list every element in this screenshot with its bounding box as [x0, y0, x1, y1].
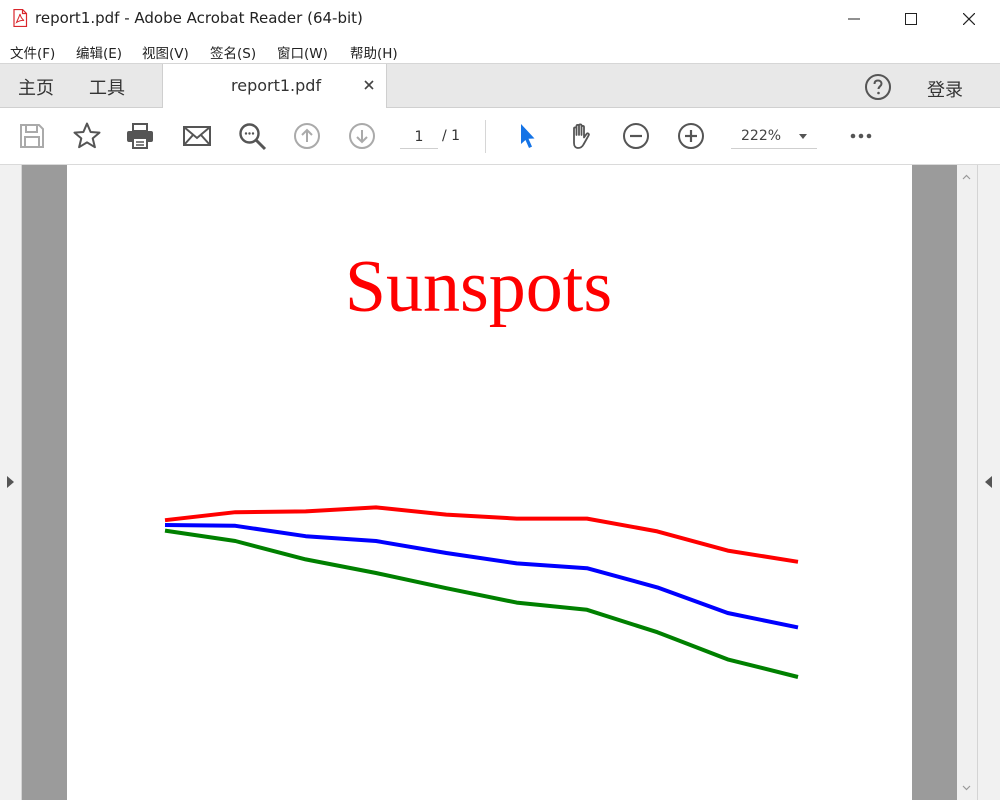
- close-window-button[interactable]: [940, 0, 998, 38]
- star-icon[interactable]: [72, 121, 102, 151]
- minimize-button[interactable]: [825, 0, 883, 38]
- scroll-up-icon[interactable]: [962, 173, 971, 182]
- tab-bar: 主页 工具 report1.pdf 登录: [0, 63, 1000, 109]
- tab-document-label: report1.pdf: [231, 76, 322, 95]
- close-tab-icon[interactable]: [362, 78, 376, 92]
- menu-help[interactable]: 帮助(H): [350, 42, 398, 62]
- window-title: report1.pdf - Adobe Acrobat Reader (64-b…: [35, 9, 363, 27]
- series-line-1: [164, 505, 799, 564]
- maximize-icon: [905, 13, 917, 25]
- toolbar: / 1 222%: [0, 108, 1000, 165]
- zoom-dropdown[interactable]: 222%: [731, 124, 817, 149]
- tab-tools[interactable]: 工具: [89, 74, 125, 100]
- select-cursor-icon[interactable]: [512, 121, 542, 151]
- previous-page-icon[interactable]: [292, 121, 322, 151]
- save-icon[interactable]: [17, 121, 47, 151]
- scroll-down-icon[interactable]: [962, 783, 971, 792]
- print-icon[interactable]: [125, 121, 155, 151]
- page-number-input[interactable]: [400, 126, 438, 149]
- tab-home[interactable]: 主页: [18, 74, 54, 100]
- toolbar-separator: [485, 120, 486, 153]
- vertical-scrollbar[interactable]: [957, 165, 977, 800]
- menu-file[interactable]: 文件(F): [10, 42, 55, 62]
- minimize-icon: [848, 18, 860, 20]
- pdf-page: Sunspots: [67, 165, 912, 800]
- zoom-value: 222%: [741, 128, 782, 144]
- left-panel-toggle[interactable]: [0, 165, 22, 800]
- tab-document[interactable]: report1.pdf: [162, 64, 387, 109]
- maximize-button[interactable]: [882, 0, 940, 38]
- series-line-2: [164, 523, 799, 630]
- expand-right-icon: [985, 476, 992, 488]
- next-page-icon[interactable]: [347, 121, 377, 151]
- menu-window[interactable]: 窗口(W): [277, 42, 328, 62]
- page-total: / 1: [442, 128, 461, 144]
- title-bar: report1.pdf - Adobe Acrobat Reader (64-b…: [0, 0, 1000, 38]
- line-chart: [164, 505, 799, 679]
- mail-icon[interactable]: [182, 121, 212, 151]
- login-button[interactable]: 登录: [927, 76, 963, 102]
- menu-edit[interactable]: 编辑(E): [76, 42, 122, 62]
- search-icon[interactable]: [237, 121, 267, 151]
- menu-sign[interactable]: 签名(S): [210, 42, 256, 62]
- menu-view[interactable]: 视图(V): [142, 42, 189, 62]
- document-area: Sunspots: [0, 165, 1000, 800]
- more-icon[interactable]: [846, 121, 876, 151]
- chevron-down-icon: [799, 134, 807, 139]
- help-circle-icon[interactable]: [864, 73, 892, 101]
- hand-tool-icon[interactable]: [566, 121, 596, 151]
- zoom-in-icon[interactable]: [676, 121, 706, 151]
- close-icon: [963, 13, 975, 25]
- zoom-out-icon[interactable]: [621, 121, 651, 151]
- menu-bar: 文件(F) 编辑(E) 视图(V) 签名(S) 窗口(W) 帮助(H): [0, 38, 1000, 63]
- pdf-file-icon: [13, 9, 28, 27]
- expand-left-icon: [7, 476, 14, 488]
- right-panel-toggle[interactable]: [977, 165, 1000, 800]
